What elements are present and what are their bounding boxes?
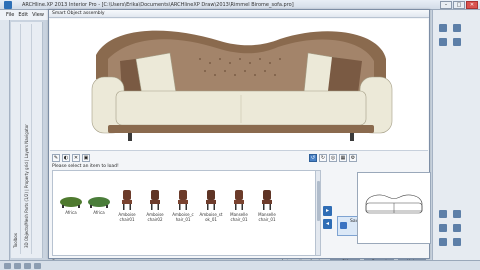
chair-thumbnail-icon <box>88 197 110 208</box>
menu-file[interactable]: File <box>6 12 14 18</box>
image-icon[interactable]: ▦ <box>339 154 347 162</box>
tab-toolbox[interactable]: Toolbox <box>12 24 21 254</box>
chair-thumbnail-icon <box>234 190 244 210</box>
library-item-caption: Manselle chair_01 <box>230 212 248 222</box>
window-controls: – □ ✕ <box>440 1 478 9</box>
render-icon[interactable]: ◎ <box>329 154 337 162</box>
minimize-button[interactable]: – <box>440 1 452 9</box>
menu-view[interactable]: View <box>32 12 44 18</box>
status-bar <box>0 260 480 270</box>
library-grid: Africa Africa Amboise chair01 Amboise ch… <box>52 170 321 256</box>
chair-thumbnail-icon <box>60 197 82 208</box>
dock-tool-icon[interactable] <box>439 38 447 46</box>
palette-icon[interactable]: ◐ <box>62 154 70 162</box>
library-item-caption: Africa <box>93 210 105 215</box>
settings-icon[interactable]: ⚙ <box>349 154 357 162</box>
library-item-caption: Amboise_st ok_01 <box>199 212 223 222</box>
view-toolbar: ↺ ↻ ◎ ▦ ⚙ <box>309 154 357 162</box>
dialog-title: Smart Object assembly <box>49 10 429 18</box>
menu-bar: File Edit View <box>0 10 48 20</box>
sofa-preview-image <box>91 30 393 141</box>
library-item[interactable]: Amboise_c hair_01 <box>169 189 197 222</box>
status-icon[interactable] <box>14 263 21 269</box>
dock-tool-icon[interactable] <box>453 38 461 46</box>
library-item[interactable]: Manselle chair_01 <box>253 189 281 222</box>
dock-tool-icon[interactable] <box>439 24 447 32</box>
dock-tool-icon[interactable] <box>439 238 447 246</box>
left-ribbon <box>0 20 10 260</box>
smart-object-dialog: Smart Object assembly ✎ ◐ ✕ ▣ ↺ ↻ ◎ ▦ ⚙ … <box>48 9 431 267</box>
library-scrollbar[interactable] <box>315 171 320 255</box>
menu-edit[interactable]: Edit <box>18 12 28 18</box>
side-panels: Toolbox 3D Objects/Mesh Parts (1/2) | Pr… <box>11 22 43 258</box>
rotate-right-icon[interactable]: ↻ <box>319 154 327 162</box>
arrow-left-icon[interactable]: ◂ <box>323 219 332 229</box>
tab-toolbox-label: Toolbox <box>13 233 18 248</box>
status-icon[interactable] <box>34 263 41 269</box>
dock-tool-icon[interactable] <box>453 224 461 232</box>
maximize-button[interactable]: □ <box>453 1 465 9</box>
library-item-caption: Manselle chair_01 <box>258 212 276 222</box>
library-item[interactable]: Amboise chair01 <box>113 189 141 222</box>
chair-thumbnail-icon <box>122 190 132 210</box>
library-item[interactable]: Manselle chair_01 <box>225 189 253 222</box>
close-button[interactable]: ✕ <box>466 1 478 9</box>
library-item-caption: Amboise_c hair_01 <box>172 212 194 222</box>
arrow-right-icon[interactable]: ▸ <box>323 206 332 216</box>
picker-icon[interactable]: ✎ <box>52 154 60 162</box>
save-icon <box>340 222 347 229</box>
dock-tool-icon[interactable] <box>453 210 461 218</box>
chair-thumbnail-icon <box>178 190 188 210</box>
archline-logo-icon <box>4 1 12 9</box>
chair-thumbnail-icon <box>150 190 160 210</box>
chair-thumbnail-icon <box>206 190 216 210</box>
clear-icon[interactable]: ✕ <box>72 154 80 162</box>
library-item-caption: Africa <box>65 210 77 215</box>
chair-thumbnail-icon <box>262 190 272 210</box>
dock-tool-icon[interactable] <box>439 224 447 232</box>
preview-toolbar: ✎ ◐ ✕ ▣ <box>52 154 90 162</box>
rotate-left-icon[interactable]: ↺ <box>309 154 317 162</box>
window-title: ARCHline.XP 2013 Interior Pro - [C:\User… <box>22 2 294 8</box>
right-dock <box>432 10 480 260</box>
tab-objects[interactable]: 3D Objects/Mesh Parts (1/2) | Property g… <box>23 24 32 254</box>
library-item-caption: Amboise chair01 <box>118 212 136 222</box>
tab-objects-label: 3D Objects/Mesh Parts (1/2) | Property g… <box>24 124 29 248</box>
dock-tool-icon[interactable] <box>453 238 461 246</box>
library-item[interactable]: Amboise_st ok_01 <box>197 189 225 222</box>
dock-tool-icon[interactable] <box>453 24 461 32</box>
top-view-preview <box>357 172 431 244</box>
object-preview[interactable] <box>50 19 428 151</box>
status-icon[interactable] <box>24 263 31 269</box>
select-prompt: Please select an item to load! <box>52 164 119 169</box>
library-item-caption: Amboise chair02 <box>146 212 164 222</box>
library-item[interactable]: Amboise chair02 <box>141 189 169 222</box>
scrollbar-thumb[interactable] <box>317 181 320 221</box>
fill-icon[interactable]: ▣ <box>82 154 90 162</box>
library-item[interactable]: Africa <box>85 193 113 215</box>
library-item[interactable]: Africa <box>57 193 85 215</box>
dock-tool-icon[interactable] <box>439 210 447 218</box>
sofa-top-view-icon <box>365 194 423 214</box>
status-icon[interactable] <box>4 263 11 269</box>
transfer-arrows: ▸ ◂ <box>323 206 333 232</box>
